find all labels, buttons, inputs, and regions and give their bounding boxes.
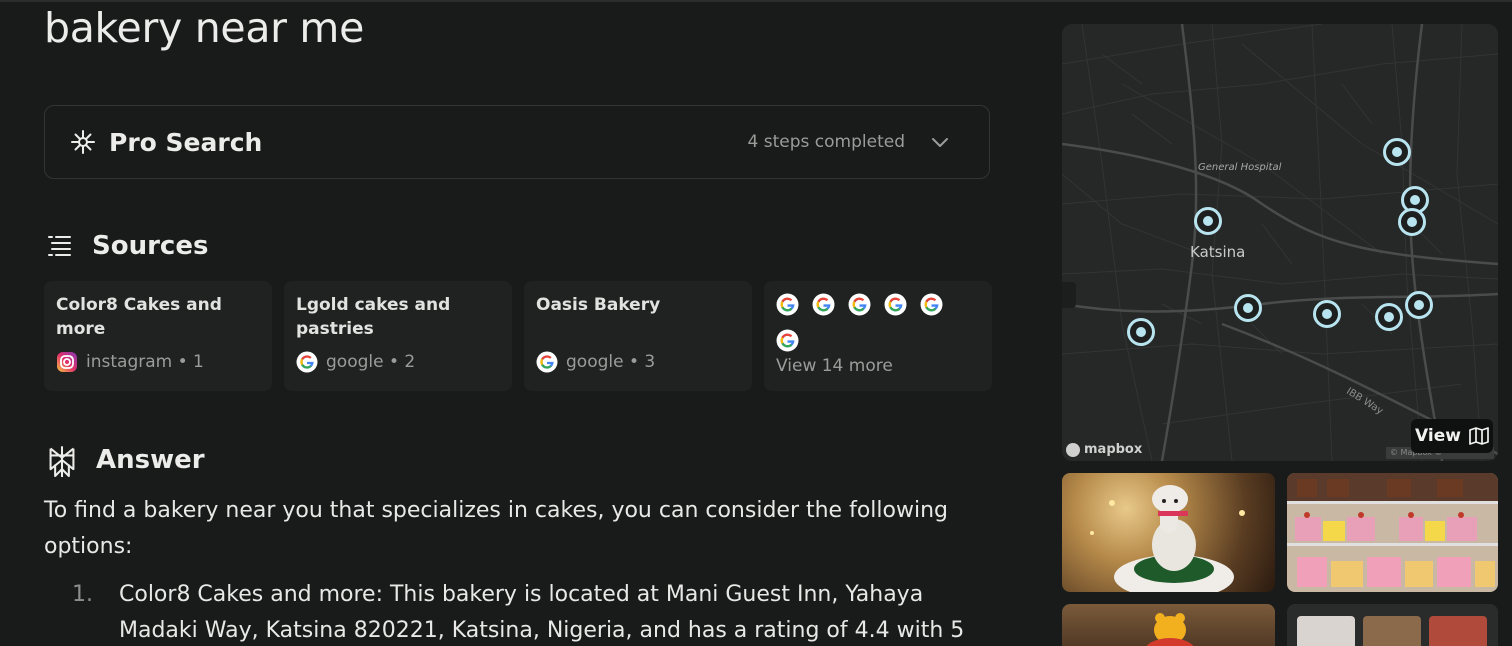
sources-label: Sources <box>92 231 209 261</box>
llama-cake-illustration <box>1090 485 1245 592</box>
bakery-image-collage[interactable] <box>1287 604 1498 646</box>
query-title: bakery near me <box>44 4 364 52</box>
source-title: Oasis Bakery <box>536 295 661 315</box>
map-icon <box>1469 427 1489 445</box>
map-pin[interactable] <box>1234 294 1262 322</box>
map-pin[interactable] <box>1313 300 1341 328</box>
view-more-card[interactable]: View 14 more <box>764 281 992 391</box>
map-roads <box>1062 24 1498 461</box>
more-source-icons <box>776 293 956 352</box>
mapbox-logo: mapbox <box>1066 442 1142 457</box>
chevron-down-icon[interactable] <box>929 131 951 153</box>
google-icon <box>776 293 799 316</box>
google-icon <box>884 293 907 316</box>
answer-heading: Answer <box>46 443 205 477</box>
google-icon <box>776 329 799 352</box>
source-title: Color8 Cakes and more <box>56 295 222 339</box>
dot-separator: • <box>172 352 194 372</box>
google-icon <box>812 293 835 316</box>
bakery-image-cake-display[interactable] <box>1287 473 1498 592</box>
source-title: Lgold cakes and pastries <box>296 295 451 339</box>
pooh-cake-illustration <box>1146 613 1194 646</box>
dot-separator: • <box>623 352 645 372</box>
map-pin[interactable] <box>1375 303 1403 331</box>
source-card[interactable]: Oasis Bakery google • 3 <box>524 281 752 391</box>
top-divider <box>0 0 1512 2</box>
google-icon <box>536 351 558 373</box>
list-number: 1. <box>72 582 93 607</box>
source-card[interactable]: Color8 Cakes and more instagram • 1 <box>44 281 272 391</box>
source-site: google <box>566 352 624 372</box>
pro-search-title: Pro Search <box>109 127 263 157</box>
answer-list: 1. Color8 Cakes and more: This bakery is… <box>72 577 982 646</box>
view-map-button[interactable]: View <box>1411 419 1493 453</box>
map-pin[interactable] <box>1194 207 1222 235</box>
pro-search-panel[interactable]: Pro Search 4 steps completed <box>44 105 990 179</box>
sparkle-icon <box>71 130 95 154</box>
google-icon <box>296 351 318 373</box>
map-pin[interactable] <box>1383 138 1411 166</box>
map-city-label: Katsina <box>1190 243 1246 261</box>
list-icon <box>48 236 71 256</box>
steps-status: 4 steps completed <box>747 132 905 152</box>
dot-separator: • <box>383 352 405 372</box>
instagram-icon <box>57 352 77 372</box>
google-icon <box>848 293 871 316</box>
answer-intro: To find a bakery near you that specializ… <box>44 498 948 559</box>
source-index: 3 <box>644 352 656 372</box>
mapbox-label: mapbox <box>1084 442 1143 457</box>
mapbox-icon <box>1066 442 1080 457</box>
map-pin[interactable] <box>1398 208 1426 236</box>
map-pin[interactable] <box>1127 318 1155 346</box>
bakery-image-pooh-cake[interactable] <box>1062 604 1275 646</box>
source-footer: google • 3 <box>536 351 655 373</box>
collage-illustration <box>1297 616 1487 646</box>
map-edge-handle[interactable] <box>1062 282 1076 308</box>
map-pin[interactable] <box>1405 291 1433 319</box>
cake-display-illustration <box>1287 473 1498 587</box>
source-footer: instagram • 1 <box>56 351 204 373</box>
source-index: 1 <box>193 352 204 372</box>
source-site: google <box>326 352 384 372</box>
perplexity-logo-icon <box>49 446 75 477</box>
answer-label: Answer <box>96 445 205 475</box>
bakery-image-llama-cake[interactable] <box>1062 473 1275 592</box>
google-icon <box>920 293 943 316</box>
source-site: instagram <box>86 352 173 372</box>
source-footer: google • 2 <box>296 351 415 373</box>
list-item: Color8 Cakes and more: This bakery is lo… <box>119 582 965 643</box>
view-more-link[interactable]: View 14 more <box>776 356 893 376</box>
sources-heading: Sources <box>46 231 208 261</box>
source-index: 2 <box>404 352 416 372</box>
source-cards: Color8 Cakes and more instagram • 1 Lgol… <box>44 281 992 391</box>
map-poi-label: General Hospital <box>1198 162 1282 173</box>
map-panel[interactable]: General Hospital Katsina IBB Way mapbox … <box>1062 24 1498 461</box>
view-map-label: View <box>1415 426 1461 446</box>
source-card[interactable]: Lgold cakes and pastries google • 2 <box>284 281 512 391</box>
